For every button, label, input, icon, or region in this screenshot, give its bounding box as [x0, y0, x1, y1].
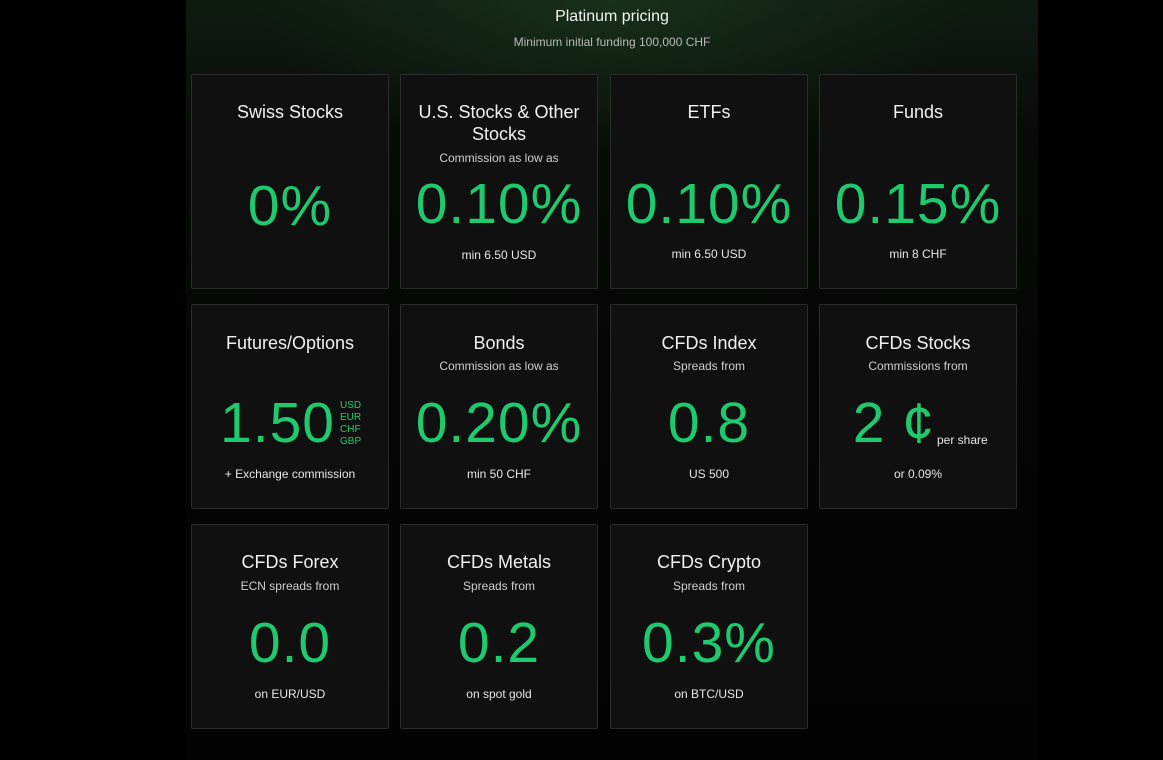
card-value: 0.2: [457, 611, 541, 675]
card-title: CFDs Forex: [241, 552, 339, 572]
card-futures-options: Futures/Options 1.50 USD EUR CHF GBP + E…: [191, 304, 389, 509]
pricing-panel: Platinum pricing Minimum initial funding…: [186, 0, 1038, 760]
card-value: 0.20%: [415, 391, 583, 455]
card-cfds-index: CFDs Index Spreads from 0.8 US 500: [610, 304, 808, 509]
currency-eur: EUR: [340, 412, 362, 423]
card-title: U.S. Stocks & Other Stocks: [418, 102, 580, 144]
card-note: min 6.50 USD: [671, 247, 747, 261]
card-subtitle: Spreads from: [462, 579, 536, 593]
card-title: CFDs Index: [661, 333, 757, 353]
card-title: Bonds: [473, 333, 525, 353]
card-note: min 50 CHF: [466, 467, 531, 481]
card-title: CFDs Metals: [446, 552, 551, 572]
card-value: 0.15%: [834, 172, 1002, 236]
card-title: CFDs Crypto: [656, 552, 761, 572]
card-value: 2 ¢: [852, 391, 935, 455]
card-title: ETFs: [687, 102, 731, 122]
currency-list: USD EUR CHF GBP: [340, 400, 361, 448]
card-value: 0.0: [248, 611, 332, 675]
card-title: Futures/Options: [225, 333, 355, 353]
card-cfds-metals: CFDs Metals Spreads from 0.2 on spot gol…: [400, 524, 598, 729]
card-note: min 6.50 USD: [461, 248, 537, 262]
card-etfs: ETFs 0.10% min 6.50 USD: [610, 74, 808, 289]
currency-gbp: GBP: [340, 436, 362, 447]
card-value: 0.3%: [642, 611, 776, 675]
card-note: on EUR/USD: [254, 687, 326, 701]
card-note: US 500: [688, 467, 730, 481]
page-title: Platinum pricing: [555, 8, 669, 25]
card-swiss-stocks: Swiss Stocks 0%: [191, 74, 389, 289]
currency-usd: USD: [340, 400, 362, 411]
card-value: 1.50: [220, 391, 335, 455]
card-subtitle: Spreads from: [672, 359, 746, 373]
card-subtitle: Commissions from: [868, 359, 968, 373]
card-cfds-stocks: CFDs Stocks Commissions from 2 ¢ per sha…: [819, 304, 1017, 509]
card-funds: Funds 0.15% min 8 CHF: [819, 74, 1017, 289]
card-value: 0%: [247, 174, 333, 238]
card-cfds-crypto: CFDs Crypto Spreads from 0.3% on BTC/USD: [610, 524, 808, 729]
page-subtitle: Minimum initial funding 100,000 CHF: [513, 35, 711, 49]
card-value: 0.10%: [625, 172, 793, 236]
card-note: min 8 CHF: [889, 247, 947, 261]
card-subtitle: Commission as low as: [439, 151, 559, 165]
card-unit: per share: [937, 433, 988, 447]
card-value: 0.10%: [415, 172, 583, 236]
card-us-stocks: U.S. Stocks & Other Stocks Commission as…: [400, 74, 598, 289]
card-bonds: Bonds Commission as low as 0.20% min 50 …: [400, 304, 598, 509]
card-title: Funds: [892, 102, 944, 122]
card-title: CFDs Stocks: [865, 333, 971, 353]
card-cfds-forex: CFDs Forex ECN spreads from 0.0 on EUR/U…: [191, 524, 389, 729]
card-subtitle: ECN spreads from: [240, 579, 340, 593]
card-note: + Exchange commission: [224, 467, 356, 481]
card-note: on BTC/USD: [674, 687, 744, 701]
card-title: Swiss Stocks: [236, 102, 344, 122]
card-subtitle: Commission as low as: [439, 359, 559, 373]
card-note: on spot gold: [466, 687, 532, 701]
card-subtitle: Spreads from: [672, 579, 746, 593]
card-note: or 0.09%: [893, 467, 943, 481]
card-value: 0.8: [667, 391, 751, 455]
currency-chf: CHF: [340, 424, 361, 435]
